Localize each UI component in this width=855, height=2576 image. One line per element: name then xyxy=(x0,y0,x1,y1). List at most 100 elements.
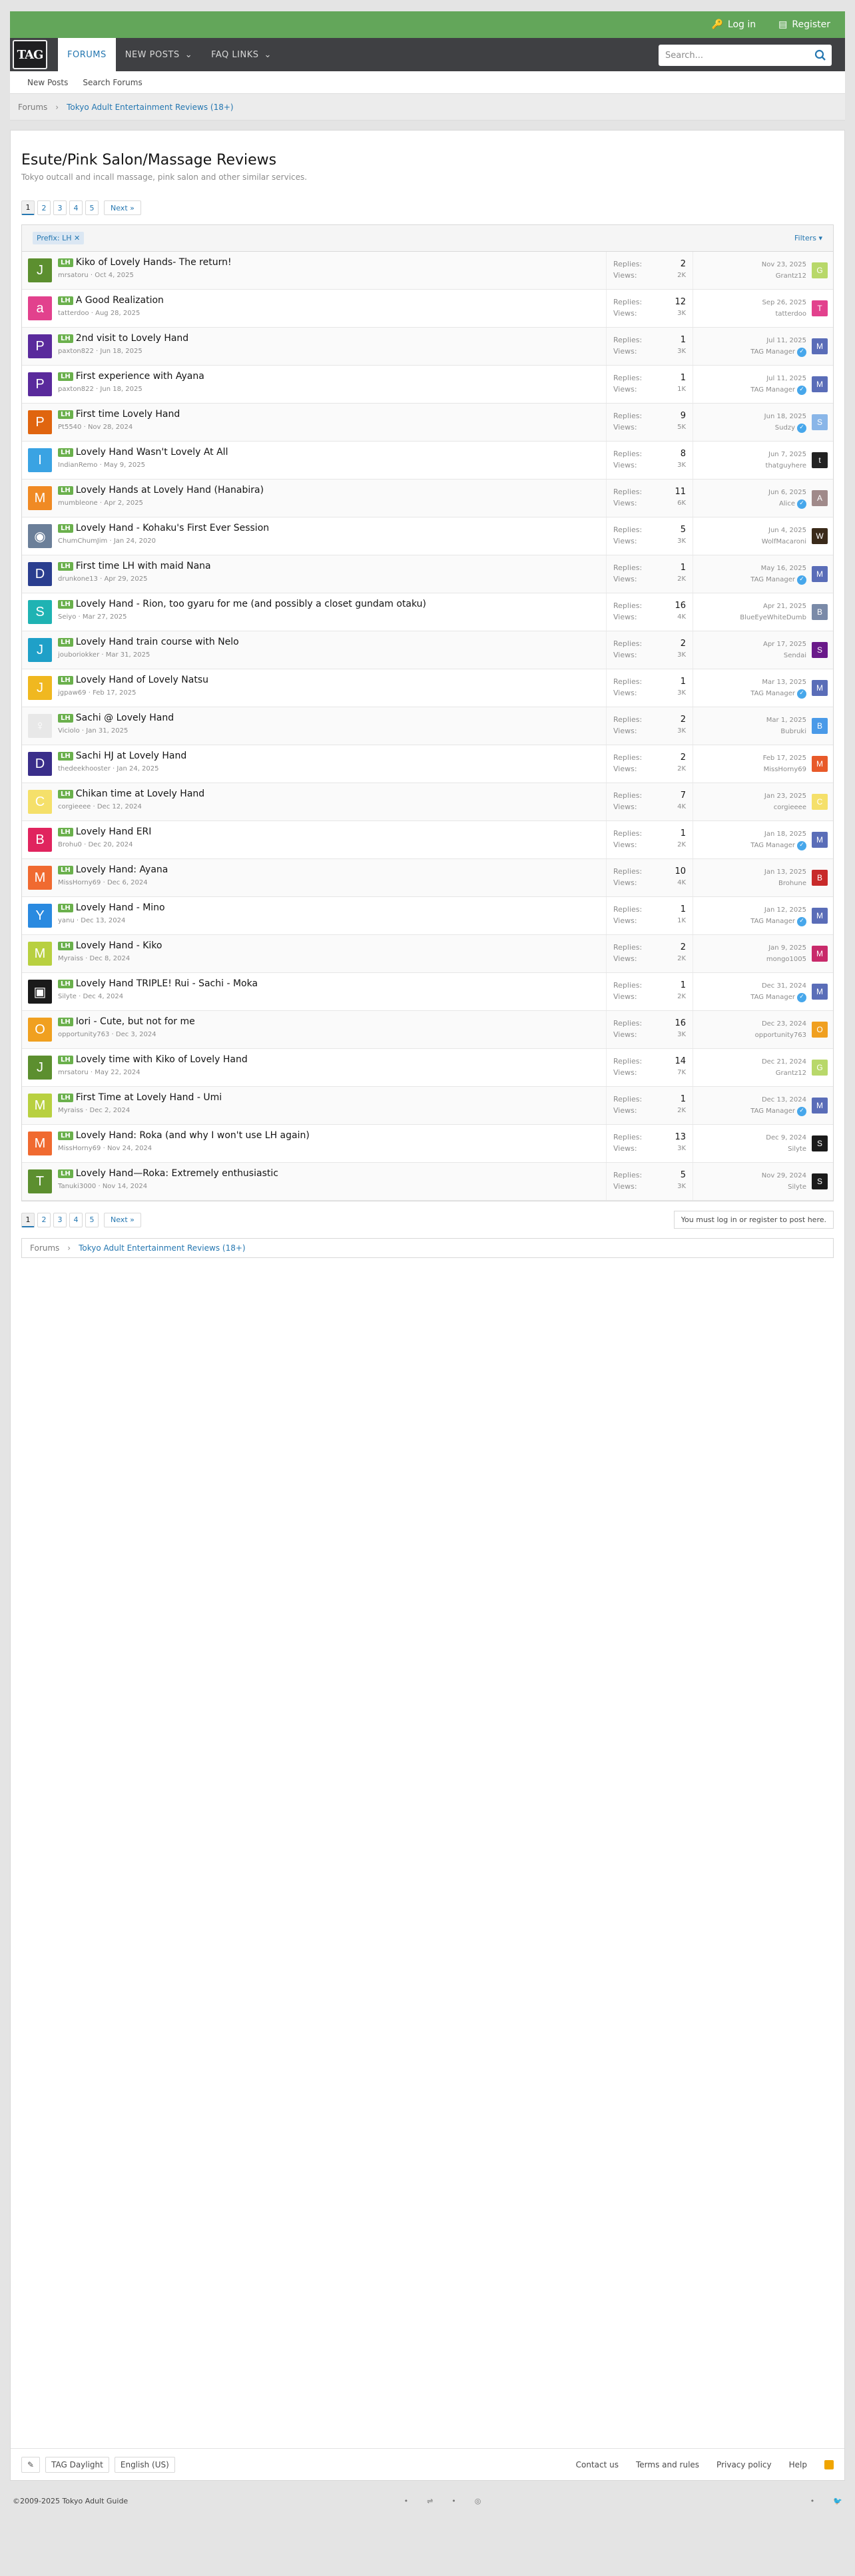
prefix-filter-chip[interactable]: Prefix: LH ✕ xyxy=(33,232,85,244)
last-poster-avatar[interactable]: T xyxy=(812,300,828,316)
last-poster-avatar[interactable]: M xyxy=(812,680,828,696)
last-poster-avatar[interactable]: M xyxy=(812,908,828,924)
last-post-date[interactable]: Sep 26, 2025 xyxy=(762,297,806,308)
avatar[interactable]: J xyxy=(28,676,52,700)
last-post-date[interactable]: Jul 11, 2025 xyxy=(750,335,806,346)
last-post-user[interactable]: thatguyhere xyxy=(766,460,806,472)
thread-title[interactable]: Lovely Hand - Kiko xyxy=(76,940,162,951)
last-post-date[interactable]: Apr 17, 2025 xyxy=(763,639,806,650)
thread-author[interactable]: mrsatoru xyxy=(58,1069,89,1076)
prefix-badge[interactable]: LH xyxy=(58,1169,73,1178)
page-link[interactable]: 3 xyxy=(53,1212,67,1227)
thread-row[interactable]: J LH Lovely time with Kiko of Lovely Hand m… xyxy=(22,1049,833,1087)
thread-title[interactable]: Iori - Cute, but not for me xyxy=(76,1016,195,1027)
thread-author[interactable]: Brohu0 xyxy=(58,841,82,848)
avatar[interactable]: S xyxy=(28,600,52,624)
thread-date[interactable]: Mar 31, 2025 xyxy=(106,651,150,659)
rss-icon[interactable] xyxy=(824,2459,834,2469)
prefix-badge[interactable]: LH xyxy=(58,599,73,609)
last-post-user[interactable]: Alice xyxy=(779,498,795,509)
search-forums-link[interactable]: Search Forums xyxy=(83,78,142,87)
thread-author[interactable]: IndianRemo xyxy=(58,462,97,469)
search-input[interactable]: Search... xyxy=(659,45,832,66)
last-poster-avatar[interactable]: S xyxy=(812,1135,828,1151)
breadcrumb-current[interactable]: Tokyo Adult Entertainment Reviews (18+) xyxy=(67,103,233,112)
new-posts-link[interactable]: New Posts xyxy=(27,78,68,87)
chevron-down-icon[interactable]: ⌄ xyxy=(264,50,272,60)
prefix-badge[interactable]: LH xyxy=(58,979,73,988)
thread-row[interactable]: B LH Lovely Hand ERI Brohu0 · Dec 20, 2024 R… xyxy=(22,821,833,859)
last-poster-avatar[interactable]: B xyxy=(812,718,828,734)
avatar[interactable]: B xyxy=(28,828,52,852)
page-link[interactable]: 3 xyxy=(53,200,67,215)
thread-row[interactable]: P LH First time Lovely Hand Pt5540 · Nov 28… xyxy=(22,404,833,442)
thread-author[interactable]: Seiyo xyxy=(58,613,76,621)
avatar[interactable]: M xyxy=(28,1131,52,1155)
last-poster-avatar[interactable]: M xyxy=(812,376,828,392)
thread-row[interactable]: J LH Kiko of Lovely Hands- The return! mrsa… xyxy=(22,252,833,290)
thread-date[interactable]: Nov 14, 2024 xyxy=(103,1183,147,1190)
last-post-date[interactable]: Jun 4, 2025 xyxy=(762,525,806,536)
last-post-date[interactable]: May 16, 2025 xyxy=(750,563,806,574)
thread-title[interactable]: Lovely Hand: Roka (and why I won't use L… xyxy=(76,1130,310,1141)
last-post-user[interactable]: WolfMacaroni xyxy=(762,536,806,547)
thread-date[interactable]: May 9, 2025 xyxy=(104,462,145,469)
avatar[interactable]: M xyxy=(28,942,52,966)
avatar[interactable]: J xyxy=(28,1056,52,1080)
last-post-user[interactable]: TAG Manager xyxy=(750,1106,795,1117)
thread-row[interactable]: M LH Lovely Hand: Ayana MissHorny69 · Dec 6… xyxy=(22,859,833,897)
last-poster-avatar[interactable]: W xyxy=(812,528,828,544)
last-post-date[interactable]: Dec 23, 2024 xyxy=(755,1018,806,1030)
thread-row[interactable]: D LH Sachi HJ at Lovely Hand thedeekhooster… xyxy=(22,745,833,783)
avatar[interactable]: P xyxy=(28,372,52,396)
last-post-date[interactable]: Dec 31, 2024 xyxy=(750,980,806,992)
next-page-button[interactable]: Next » xyxy=(104,200,141,215)
thread-author[interactable]: yanu xyxy=(58,917,75,924)
next-page-button[interactable]: Next » xyxy=(104,1212,141,1227)
thread-date[interactable]: Dec 6, 2024 xyxy=(107,879,148,886)
last-post-date[interactable]: Apr 21, 2025 xyxy=(740,601,806,612)
prefix-badge[interactable]: LH xyxy=(58,523,73,533)
thread-author[interactable]: Silyte xyxy=(58,993,77,1000)
last-post-date[interactable]: Nov 23, 2025 xyxy=(762,259,806,270)
last-post-user[interactable]: opportunity763 xyxy=(755,1030,806,1041)
avatar[interactable]: O xyxy=(28,1018,52,1042)
thread-date[interactable]: May 22, 2024 xyxy=(95,1069,140,1076)
last-poster-avatar[interactable]: M xyxy=(812,832,828,848)
last-poster-avatar[interactable]: M xyxy=(812,984,828,1000)
prefix-badge[interactable]: LH xyxy=(58,637,73,647)
last-post-user[interactable]: Grantz12 xyxy=(776,1068,806,1079)
thread-title[interactable]: Lovely Hand train course with Nelo xyxy=(76,637,239,647)
thread-date[interactable]: Jun 18, 2025 xyxy=(100,386,142,393)
avatar[interactable]: D xyxy=(28,752,52,776)
thread-author[interactable]: ChumChumJim xyxy=(58,537,107,545)
prefix-badge[interactable]: LH xyxy=(58,296,73,305)
thread-date[interactable]: Feb 17, 2025 xyxy=(93,689,136,697)
thread-row[interactable]: ♀ LH Sachi @ Lovely Hand Viciolo · Jan 31, … xyxy=(22,707,833,745)
thread-row[interactable]: S LH Lovely Hand - Rion, too gyaru for me … xyxy=(22,593,833,631)
thread-author[interactable]: opportunity763 xyxy=(58,1031,109,1038)
chevron-down-icon[interactable]: ⌄ xyxy=(185,50,192,60)
last-post-user[interactable]: mongo1005 xyxy=(766,954,806,965)
thread-row[interactable]: M LH First Time at Lovely Hand - Umi Myrais… xyxy=(22,1087,833,1125)
thread-row[interactable]: I LH Lovely Hand Wasn't Lovely At All India… xyxy=(22,442,833,480)
thread-author[interactable]: jgpaw69 xyxy=(58,689,87,697)
last-post-user[interactable]: TAG Manager xyxy=(750,840,795,851)
avatar[interactable]: M xyxy=(28,866,52,890)
filters-dropdown[interactable]: Filters ▾ xyxy=(794,234,822,242)
thread-date[interactable]: Oct 4, 2025 xyxy=(95,272,134,279)
thread-author[interactable]: Pt5540 xyxy=(58,424,81,431)
thread-title[interactable]: Lovely Hand - Mino xyxy=(76,902,165,913)
last-poster-avatar[interactable]: S xyxy=(812,1173,828,1189)
thread-date[interactable]: Nov 28, 2024 xyxy=(88,424,133,431)
thread-date[interactable]: Apr 2, 2025 xyxy=(104,499,143,507)
breadcrumb-forums[interactable]: Forums xyxy=(18,103,47,112)
page-link[interactable]: 2 xyxy=(37,1212,51,1227)
prefix-badge[interactable]: LH xyxy=(58,827,73,836)
page-link[interactable]: 1 xyxy=(21,1212,35,1227)
avatar[interactable]: M xyxy=(28,486,52,510)
thread-date[interactable]: Dec 12, 2024 xyxy=(97,803,142,810)
terms-link[interactable]: Terms and rules xyxy=(636,2460,699,2469)
thread-title[interactable]: Lovely Hand - Rion, too gyaru for me (an… xyxy=(76,599,426,609)
thread-title[interactable]: Chikan time at Lovely Hand xyxy=(76,789,204,799)
